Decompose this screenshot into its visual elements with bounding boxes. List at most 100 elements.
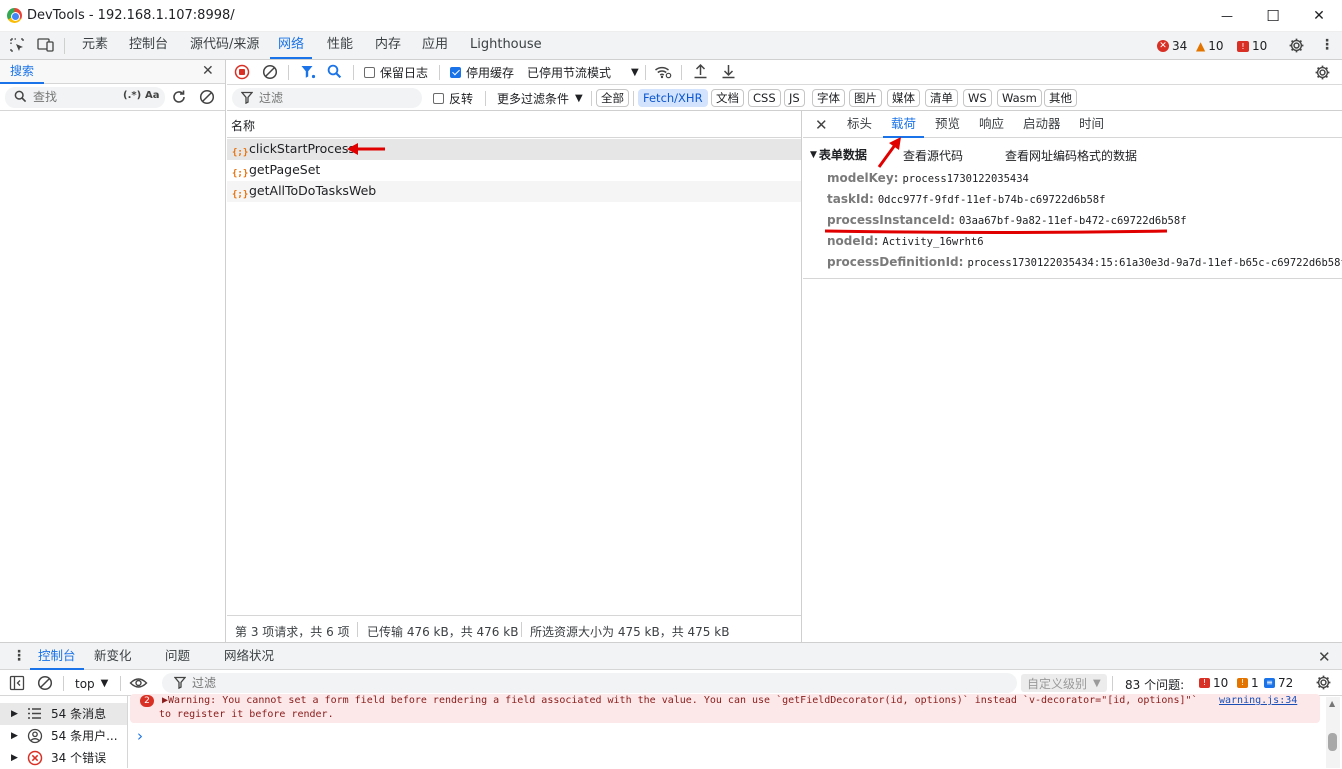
console-sidebar-item-user-messages[interactable]: ▶ 54 条用户... (0, 725, 127, 747)
close-window-button[interactable]: ✕ (1296, 0, 1342, 32)
chip-doc[interactable]: 文档 (711, 89, 744, 107)
tab-response[interactable]: 响应 (979, 111, 1004, 138)
inspect-element-icon[interactable] (9, 37, 25, 53)
chip-wasm[interactable]: Wasm (997, 89, 1042, 107)
throttle-select[interactable]: 已停用节流模式 ▼ (527, 64, 639, 81)
import-har-icon[interactable] (693, 63, 708, 79)
network-settings-gear-icon[interactable] (1314, 64, 1331, 81)
more-filters-dropdown[interactable]: 更多过滤条件 ▼ (497, 90, 583, 107)
match-case-toggle[interactable]: Aa (145, 90, 160, 101)
view-source-link[interactable]: 查看源代码 (903, 147, 963, 164)
tab-preview[interactable]: 预览 (935, 111, 960, 138)
context-label: top (75, 676, 95, 691)
console-issue-warnings[interactable]: ! 1 (1237, 676, 1259, 690)
search-tab[interactable]: 搜索 (0, 60, 45, 84)
tab-elements[interactable]: 元素 (82, 32, 108, 59)
error-icon: ✕ (1157, 40, 1169, 52)
console-sidebar-item-errors[interactable]: ▶ 34 个错误 (0, 747, 127, 769)
search-input[interactable] (33, 89, 113, 105)
maximize-button[interactable]: ☐ (1250, 0, 1296, 32)
source-link[interactable]: warning.js:34 (1213, 695, 1298, 706)
console-scroll-thumb[interactable] (1328, 733, 1337, 751)
settings-gear-icon[interactable] (1288, 37, 1305, 54)
issues-count-badge[interactable]: ! 10 (1237, 38, 1267, 54)
form-data-toggle[interactable]: ▼ 表单数据 (810, 146, 867, 163)
tab-sources[interactable]: 源代码/来源 (190, 32, 259, 59)
tab-timing[interactable]: 时间 (1079, 111, 1104, 138)
tab-memory[interactable]: 内存 (375, 32, 401, 59)
chip-all[interactable]: 全部 (596, 89, 629, 107)
request-row[interactable]: {;} getPageSet (227, 160, 801, 181)
drawer-tab-whats-new[interactable]: 新变化 (94, 643, 132, 670)
close-detail-icon[interactable]: ✕ (815, 116, 828, 134)
scroll-up-icon[interactable]: ▲ (1329, 699, 1335, 708)
console-prompt-icon[interactable]: › (137, 727, 143, 745)
error-count-badge[interactable]: ✕ 34 (1157, 38, 1187, 54)
console-issue-errors[interactable]: ! 10 (1199, 676, 1228, 690)
refresh-icon[interactable] (171, 89, 187, 105)
issues-count-label[interactable]: 83 个问题: (1125, 676, 1184, 693)
view-url-encoded-link[interactable]: 查看网址编码格式的数据 (1005, 147, 1137, 164)
filter-box[interactable] (232, 88, 422, 108)
eye-icon[interactable] (129, 675, 148, 691)
chip-js[interactable]: JS (784, 89, 805, 107)
chip-manifest[interactable]: 清单 (925, 89, 958, 107)
tab-headers[interactable]: 标头 (847, 111, 872, 138)
chip-fetch-xhr[interactable]: Fetch/XHR (638, 89, 708, 107)
request-row[interactable]: {;} clickStartProcess (227, 139, 801, 160)
chip-font[interactable]: 字体 (812, 89, 845, 107)
console-sidebar-item-messages[interactable]: ▶ 54 条消息 (0, 703, 127, 725)
close-search-icon[interactable]: ✕ (202, 63, 214, 79)
clear-console-icon[interactable] (37, 675, 53, 691)
tab-initiator[interactable]: 启动器 (1023, 111, 1061, 138)
search-box[interactable]: (.*) Aa (5, 87, 165, 108)
log-level-dropdown[interactable]: 自定义级别 ▼ (1021, 674, 1107, 692)
form-field-key: nodeId (827, 234, 874, 248)
chip-media[interactable]: 媒体 (887, 89, 920, 107)
tab-network[interactable]: 网络 (270, 32, 313, 59)
more-options-icon[interactable]: ⋮ (1320, 37, 1334, 53)
column-name-header[interactable]: 名称 (231, 117, 255, 134)
device-toolbar-icon[interactable] (37, 37, 55, 53)
sidebar-toggle-icon[interactable] (9, 675, 25, 691)
warning-count-badge[interactable]: ▲ 10 (1196, 38, 1224, 54)
console-filter-box[interactable] (162, 673, 1017, 693)
preserve-log-checkbox[interactable]: 保留日志 (364, 65, 428, 80)
list-icon (27, 707, 42, 720)
chip-other[interactable]: 其他 (1044, 89, 1077, 107)
resources-status: 所选资源大小为 475 kB，共 475 kB (530, 625, 730, 639)
clear-log-icon[interactable] (262, 64, 278, 80)
request-row[interactable]: {;} getAllToDoTasksWeb (227, 181, 801, 202)
chip-ws[interactable]: WS (963, 89, 992, 107)
chevron-down-icon: ▼ (1093, 677, 1101, 689)
filter-icon[interactable] (300, 64, 316, 80)
search-network-icon[interactable] (327, 64, 342, 79)
tab-payload[interactable]: 载荷 (883, 111, 925, 138)
clear-search-icon[interactable] (199, 89, 215, 105)
warning-text-line2: to register it before render. (159, 709, 334, 720)
context-selector[interactable]: top ▼ (75, 675, 108, 692)
invert-checkbox[interactable]: 反转 (433, 91, 473, 106)
tab-lighthouse[interactable]: Lighthouse (470, 32, 542, 59)
disable-cache-checkbox[interactable]: 停用缓存 (450, 65, 514, 80)
tab-console[interactable]: 控制台 (129, 32, 168, 59)
tab-application[interactable]: 应用 (422, 32, 448, 59)
drawer-tab-console[interactable]: 控制台 (30, 643, 84, 670)
drawer-menu-icon[interactable]: ⋮ (12, 648, 26, 664)
minimize-button[interactable]: — (1204, 0, 1250, 32)
console-settings-gear-icon[interactable] (1315, 674, 1332, 691)
drawer-tab-issues[interactable]: 问题 (165, 643, 190, 670)
network-conditions-icon[interactable] (654, 64, 672, 80)
tab-performance[interactable]: 性能 (327, 32, 353, 59)
chip-css[interactable]: CSS (748, 89, 781, 107)
stop-recording-icon[interactable] (234, 64, 250, 80)
chip-img[interactable]: 图片 (849, 89, 882, 107)
export-har-icon[interactable] (721, 63, 736, 79)
close-drawer-icon[interactable]: ✕ (1318, 648, 1331, 666)
console-filter-input[interactable] (192, 675, 492, 691)
console-issue-info[interactable]: ≡ 72 (1264, 676, 1293, 690)
drawer-tab-network-conditions[interactable]: 网络状况 (224, 643, 274, 670)
filter-input[interactable] (259, 90, 409, 106)
chevron-down-icon: ▼ (100, 678, 109, 689)
regex-toggle[interactable]: (.*) (123, 90, 141, 101)
